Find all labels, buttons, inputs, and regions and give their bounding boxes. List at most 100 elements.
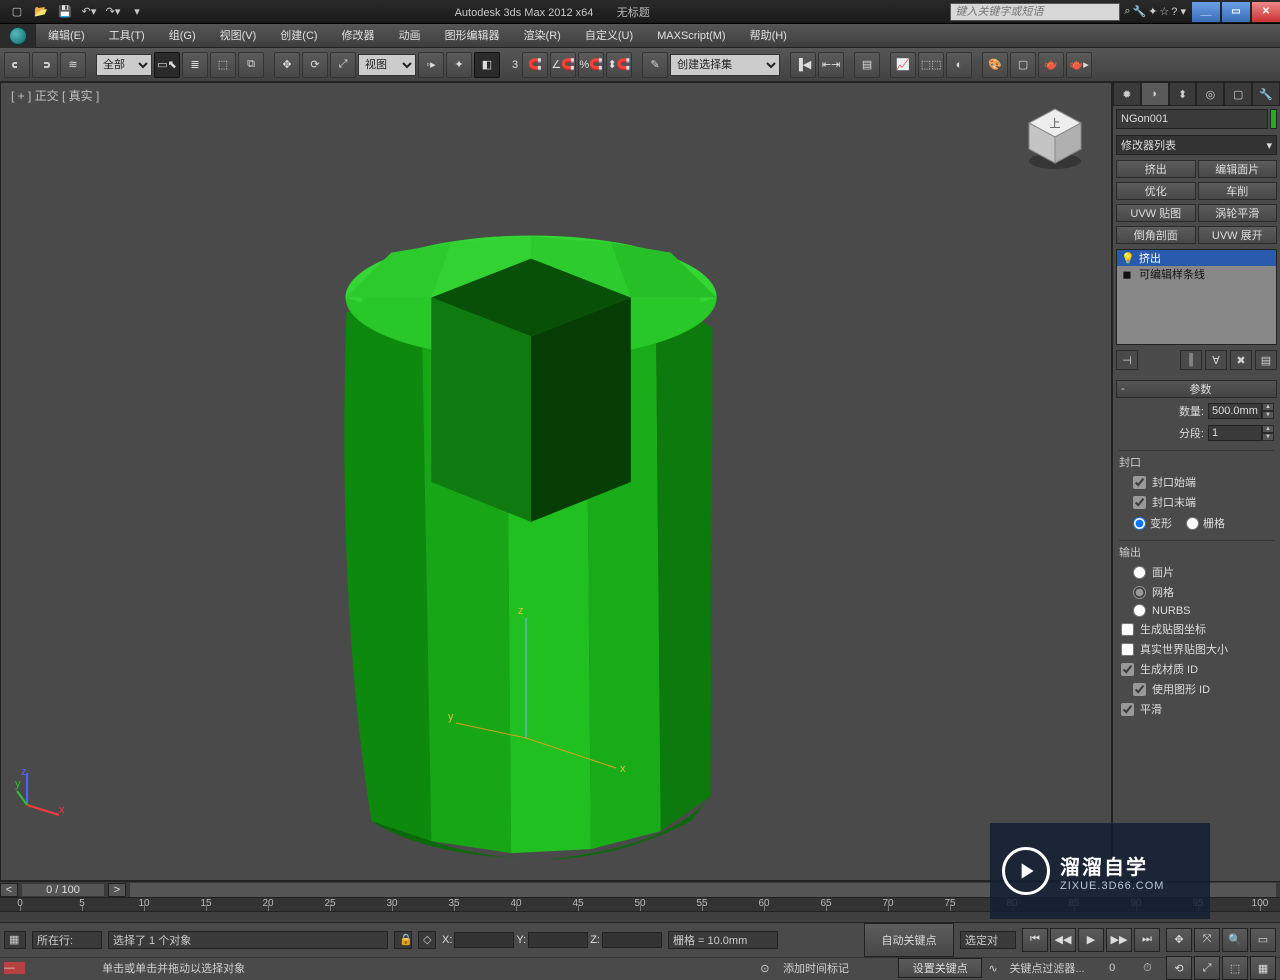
tab-motion[interactable]: ◎	[1196, 82, 1224, 106]
isolate-icon[interactable]: ◇	[418, 931, 436, 949]
minimize-button[interactable]: __	[1192, 2, 1220, 22]
link-icon[interactable]	[4, 52, 30, 78]
goto-end-icon[interactable]: ⏭	[1134, 928, 1160, 952]
gen-matid-checkbox[interactable]	[1121, 663, 1134, 676]
menu-customize[interactable]: 自定义(U)	[573, 24, 645, 48]
modifier-list-dropdown[interactable]: 修改器列表▾	[1116, 135, 1277, 155]
segments-spinner[interactable]: ▲▼	[1262, 425, 1274, 441]
set-key-button[interactable]: 设置关键点	[898, 958, 982, 978]
nurbs-radio[interactable]	[1133, 604, 1146, 617]
menu-create[interactable]: 创建(C)	[268, 24, 329, 48]
undo-icon[interactable]: ↶▾	[78, 2, 100, 22]
rollout-parameters[interactable]: -参数	[1116, 380, 1277, 398]
tab-display[interactable]: ▢	[1224, 82, 1252, 106]
open-icon[interactable]: 📂	[30, 2, 52, 22]
prev-key-icon[interactable]: ◀◀	[1050, 928, 1076, 952]
add-time-tag[interactable]: 添加时间标记	[783, 960, 886, 976]
x-input[interactable]	[454, 932, 514, 948]
btn-bevel-profile[interactable]: 倒角剖面	[1116, 226, 1196, 244]
make-unique-icon[interactable]: ∀	[1205, 350, 1227, 370]
patch-radio[interactable]	[1133, 566, 1146, 579]
btn-edit-patch[interactable]: 编辑面片	[1198, 160, 1278, 178]
exchange-icon[interactable]: ✦	[1148, 5, 1157, 18]
show-end-result-icon[interactable]: ║	[1180, 350, 1202, 370]
menu-maxscript[interactable]: MAXScript(M)	[645, 24, 737, 48]
remove-modifier-icon[interactable]: ✖	[1230, 350, 1252, 370]
app-menu-button[interactable]	[0, 24, 36, 48]
modifier-stack[interactable]: 💡挤出 ◼可编辑样条线	[1116, 249, 1277, 345]
frame-indicator[interactable]: 0 / 100	[22, 884, 104, 896]
qat-dropdown-icon[interactable]: ▾	[126, 2, 148, 22]
zoom-extents-icon[interactable]: ⤢	[1194, 956, 1220, 980]
new-icon[interactable]: ▢	[6, 2, 28, 22]
align-icon[interactable]: ⇤⇥	[818, 52, 844, 78]
rotate-icon[interactable]: ⟳	[302, 52, 328, 78]
tab-utilities[interactable]: 🔧	[1252, 82, 1280, 106]
btn-extrude[interactable]: 挤出	[1116, 160, 1196, 178]
btn-lathe[interactable]: 车削	[1198, 182, 1278, 200]
walk-icon[interactable]: ⤧	[1194, 928, 1220, 952]
spinner-snap-icon[interactable]: ⬍🧲	[606, 52, 632, 78]
stack-item-extrude[interactable]: 💡挤出	[1117, 250, 1276, 266]
fov-icon[interactable]: ▭	[1250, 928, 1276, 952]
gen-uv-checkbox[interactable]	[1121, 623, 1134, 636]
pan-icon[interactable]: ✥	[1166, 928, 1192, 952]
angle-snap-icon[interactable]: ∠🧲	[550, 52, 576, 78]
max-viewport-icon[interactable]: ▦	[1250, 956, 1276, 980]
key-icon[interactable]: 🔧	[1133, 5, 1147, 18]
snap-toggle-icon[interactable]: 🧲	[522, 52, 548, 78]
orbit-icon[interactable]: ⟲	[1166, 956, 1192, 980]
zoom-icon[interactable]: 🔍	[1222, 928, 1248, 952]
tab-modify[interactable]: ◗	[1141, 82, 1169, 106]
render-production-icon[interactable]: 🫖	[1038, 52, 1064, 78]
window-crossing-icon[interactable]: ⧉	[238, 52, 264, 78]
curve-editor-icon[interactable]: 📈	[890, 52, 916, 78]
menu-graph-editors[interactable]: 图形编辑器	[433, 24, 512, 48]
goto-start-icon[interactable]: ⏮	[1022, 928, 1048, 952]
named-selection-select[interactable]: 创建选择集	[670, 54, 780, 76]
morph-radio[interactable]	[1133, 517, 1146, 530]
next-frame-button[interactable]: >	[108, 883, 126, 897]
menu-group[interactable]: 组(G)	[157, 24, 208, 48]
render-setup-icon[interactable]: 🎨	[982, 52, 1008, 78]
redo-icon[interactable]: ↷▾	[102, 2, 124, 22]
keyboard-shortcut-icon[interactable]: ◧	[474, 52, 500, 78]
object-name-input[interactable]	[1116, 109, 1268, 129]
manipulate-icon[interactable]: ✦	[446, 52, 472, 78]
z-input[interactable]	[602, 932, 662, 948]
pin-stack-icon[interactable]: ⊣	[1116, 350, 1138, 370]
select-by-name-icon[interactable]: ≣	[182, 52, 208, 78]
expand-icon[interactable]: ◼	[1121, 268, 1133, 281]
schematic-view-icon[interactable]: ⬚⬚	[918, 52, 944, 78]
mesh-radio[interactable]	[1133, 586, 1146, 599]
btn-unwrap-uvw[interactable]: UVW 展开	[1198, 226, 1278, 244]
segments-input[interactable]	[1208, 425, 1262, 441]
btn-turbosmooth[interactable]: 涡轮平滑	[1198, 204, 1278, 222]
ref-coord-select[interactable]: 视图	[358, 54, 416, 76]
unlink-icon[interactable]	[32, 52, 58, 78]
play-icon[interactable]: ▶	[1078, 928, 1104, 952]
script-rec-icon[interactable]: —	[4, 962, 25, 974]
tab-hierarchy[interactable]: ⬍	[1169, 82, 1197, 106]
maximize-button[interactable]: ▭	[1222, 2, 1250, 22]
close-button[interactable]: ✕	[1252, 2, 1280, 22]
real-world-checkbox[interactable]	[1121, 643, 1134, 656]
maxscript-mini-listener-icon[interactable]: ▦	[4, 931, 26, 949]
time-tag-icon[interactable]: ⊙	[760, 962, 777, 975]
key-filters-button[interactable]: 关键点过滤器...	[1009, 960, 1103, 976]
smooth-checkbox[interactable]	[1121, 703, 1134, 716]
pivot-center-icon[interactable]: ◦▸	[418, 52, 444, 78]
search-icon[interactable]: ⌕	[1124, 5, 1130, 18]
percent-snap-icon[interactable]: %🧲	[578, 52, 604, 78]
current-frame-input[interactable]: 0	[1109, 962, 1137, 974]
btn-uvw-map[interactable]: UVW 贴图	[1116, 204, 1196, 222]
help-icon[interactable]: ? ▾	[1171, 5, 1186, 18]
render-frame-icon[interactable]: ▢	[1010, 52, 1036, 78]
amount-spinner[interactable]: ▲▼	[1262, 403, 1274, 419]
auto-key-button[interactable]: 自动关键点	[864, 923, 954, 957]
y-input[interactable]	[528, 932, 588, 948]
rect-region-icon[interactable]: ⬚	[210, 52, 236, 78]
menu-rendering[interactable]: 渲染(R)	[512, 24, 573, 48]
cap-start-checkbox[interactable]	[1133, 476, 1146, 489]
object-color-swatch[interactable]	[1270, 109, 1277, 129]
